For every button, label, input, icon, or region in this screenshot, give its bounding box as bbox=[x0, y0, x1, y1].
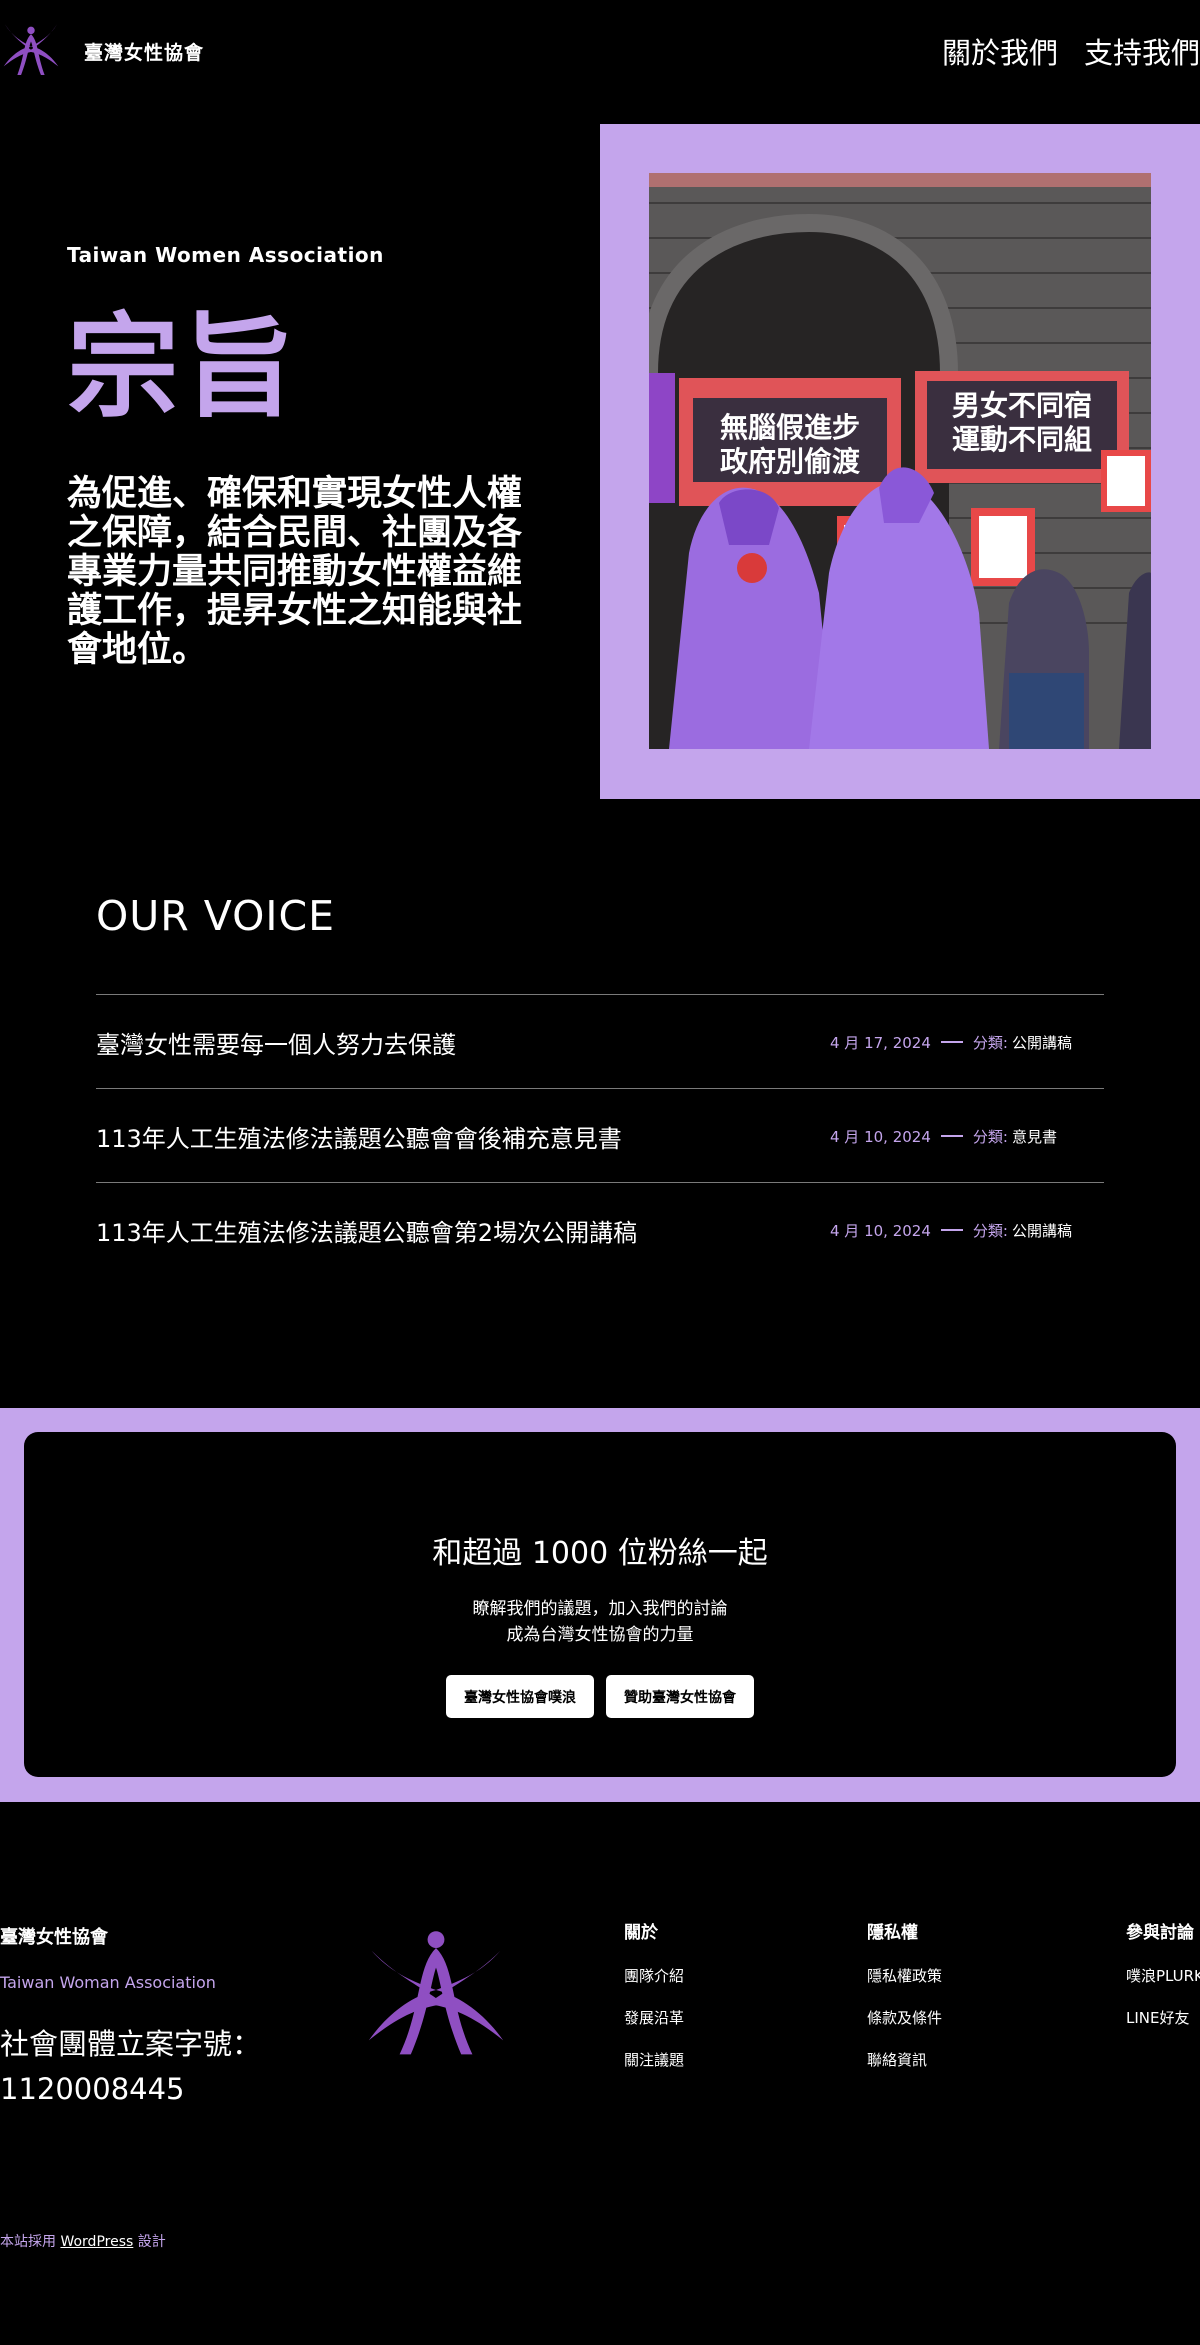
cta-text-line: 成為台灣女性協會的力量 bbox=[506, 1625, 694, 1645]
footer-link-team[interactable]: 團隊介紹 bbox=[624, 1965, 684, 1986]
meta-divider bbox=[940, 1229, 963, 1231]
site-title[interactable]: 臺灣女性協會 bbox=[84, 38, 204, 65]
post-meta: 4 月 10, 2024 分類: 意見書 bbox=[830, 1126, 1104, 1147]
protest-photo-illustration: 無腦假進步 政府別偷渡 男女不同宿 運動不同組 bbox=[649, 173, 1151, 749]
footer-column-heading: 隱私權 bbox=[867, 1923, 918, 1943]
footer-link-privacy-policy[interactable]: 隱私權政策 bbox=[867, 1965, 942, 1986]
post-title[interactable]: 113年人工生殖法修法議題公聽會第2場次公開講稿 bbox=[96, 1213, 830, 1248]
credit-prefix: 本站採用 bbox=[0, 2234, 56, 2250]
post-category-link[interactable]: 公開講稿 bbox=[1012, 1032, 1072, 1053]
footer-column-heading: 關於 bbox=[624, 1923, 658, 1943]
cta-heading: 和超過 1000 位粉絲一起 bbox=[432, 1536, 768, 1571]
cta-text-line: 瞭解我們的議題，加入我們的討論 bbox=[472, 1599, 728, 1619]
footer-link-contact[interactable]: 聯絡資訊 bbox=[867, 2049, 942, 2070]
sign-text-1: 無腦假進步 bbox=[720, 411, 860, 444]
hero-mission-text: 為促進、確保和實現女性人權之保障，結合民間、社團及各專業力量共同推動女性權益維護… bbox=[67, 474, 523, 670]
post-date: 4 月 17, 2024 bbox=[830, 1033, 931, 1052]
post-row[interactable]: 臺灣女性需要每一個人努力去保護 4 月 17, 2024 分類: 公開講稿 bbox=[96, 994, 1104, 1089]
footer-link-history[interactable]: 發展沿革 bbox=[624, 2007, 684, 2028]
our-voice-heading: OUR VOICE bbox=[96, 892, 336, 940]
footer-registration-number: 社會團體立案字號：1120008445 bbox=[0, 2027, 262, 2106]
footer-link-issues[interactable]: 關注議題 bbox=[624, 2049, 684, 2070]
meta-divider bbox=[940, 1041, 963, 1043]
footer-column-privacy: 隱私權 隱私權政策 條款及條件 聯絡資訊 bbox=[867, 1918, 942, 2091]
wordpress-link[interactable]: WordPress bbox=[60, 2234, 133, 2250]
credit-suffix: 設計 bbox=[137, 2234, 166, 2250]
post-row[interactable]: 113年人工生殖法修法議題公聽會第2場次公開講稿 4 月 10, 2024 分類… bbox=[96, 1182, 1104, 1277]
post-meta: 4 月 10, 2024 分類: 公開講稿 bbox=[830, 1220, 1104, 1241]
post-row[interactable]: 113年人工生殖法修法議題公聽會會後補充意見書 4 月 10, 2024 分類:… bbox=[96, 1088, 1104, 1183]
plurk-button[interactable]: 臺灣女性協會噗浪 bbox=[446, 1675, 594, 1718]
post-category-link[interactable]: 意見書 bbox=[1012, 1126, 1057, 1147]
post-date: 4 月 10, 2024 bbox=[830, 1127, 931, 1146]
footer-column-discuss: 參與討論 噗浪PLURK LINE好友 bbox=[1126, 1918, 1200, 2049]
hero-title: 宗旨 bbox=[67, 303, 299, 433]
logo-icon[interactable] bbox=[0, 18, 62, 80]
sign-text-3: 男女不同宿 bbox=[952, 389, 1092, 422]
post-category-link[interactable]: 公開講稿 bbox=[1012, 1220, 1072, 1241]
footer-logo-icon bbox=[368, 1931, 504, 2055]
hero-photo: 無腦假進步 政府別偷渡 男女不同宿 運動不同組 bbox=[649, 173, 1151, 749]
donate-button[interactable]: 贊助臺灣女性協會 bbox=[606, 1675, 754, 1718]
category-label: 分類: bbox=[972, 1127, 1008, 1146]
footer-credit: 本站採用 WordPress 設計 bbox=[0, 2231, 166, 2251]
meta-divider bbox=[940, 1135, 963, 1137]
sign-text-4: 運動不同組 bbox=[952, 423, 1092, 456]
footer-link-plurk[interactable]: 噗浪PLURK bbox=[1126, 1965, 1200, 1986]
footer-column-about: 關於 團隊介紹 發展沿革 關注議題 bbox=[624, 1918, 684, 2091]
post-title[interactable]: 臺灣女性需要每一個人努力去保護 bbox=[96, 1025, 830, 1060]
post-date: 4 月 10, 2024 bbox=[830, 1221, 931, 1240]
post-meta: 4 月 17, 2024 分類: 公開講稿 bbox=[830, 1032, 1104, 1053]
category-label: 分類: bbox=[972, 1033, 1008, 1052]
post-title[interactable]: 113年人工生殖法修法議題公聽會會後補充意見書 bbox=[96, 1119, 830, 1154]
footer-site-name[interactable]: 臺灣女性協會 bbox=[0, 1923, 108, 1949]
cta-buttons: 臺灣女性協會噗浪 贊助臺灣女性協會 bbox=[0, 1675, 1200, 1718]
category-label: 分類: bbox=[972, 1221, 1008, 1240]
nav-about[interactable]: 關於我們 bbox=[942, 30, 1058, 72]
nav-support[interactable]: 支持我們 bbox=[1084, 30, 1200, 72]
hero-eyebrow: Taiwan Women Association bbox=[67, 243, 384, 267]
footer-link-terms[interactable]: 條款及條件 bbox=[867, 2007, 942, 2028]
footer-link-line[interactable]: LINE好友 bbox=[1126, 2007, 1200, 2028]
footer-english-name: Taiwan Woman Association bbox=[0, 1973, 216, 1992]
footer-column-heading: 參與討論 bbox=[1126, 1923, 1194, 1943]
sign-text-2: 政府別偷渡 bbox=[720, 445, 861, 478]
main-nav: 關於我們 支持我們 bbox=[942, 30, 1200, 72]
